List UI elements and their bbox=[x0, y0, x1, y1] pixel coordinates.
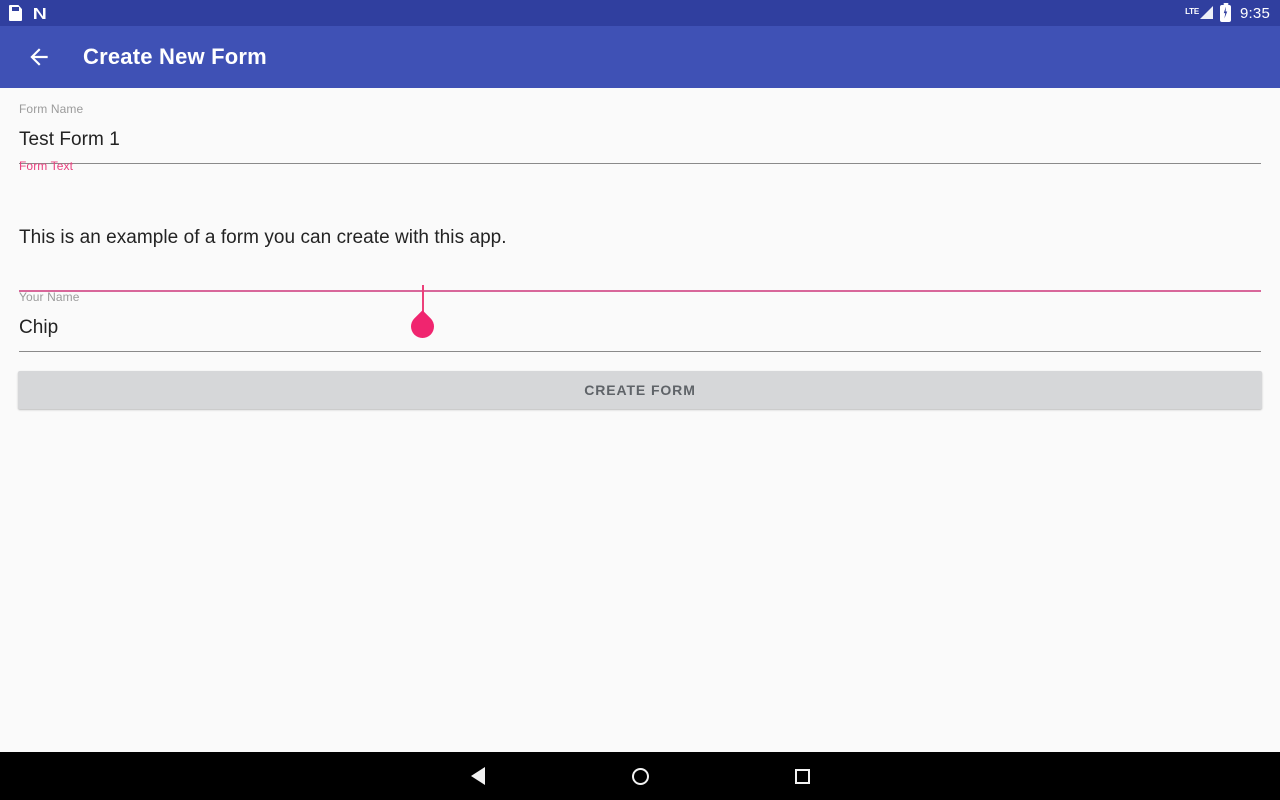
nav-back-button[interactable] bbox=[397, 752, 559, 800]
form-content: Form Name Test Form 1 Form Text This is … bbox=[0, 88, 1280, 752]
nav-recents-button[interactable] bbox=[721, 752, 883, 800]
nfc-icon bbox=[31, 5, 47, 21]
status-bar-clock: 9:35 bbox=[1240, 4, 1270, 22]
your-name-field-group: Your Name Chip bbox=[19, 290, 1261, 352]
battery-charging-icon bbox=[1220, 4, 1231, 22]
signal-bars-icon bbox=[1200, 5, 1213, 19]
form-name-label: Form Name bbox=[19, 102, 84, 116]
app-bar: Create New Form bbox=[0, 26, 1280, 88]
page-title: Create New Form bbox=[83, 44, 267, 69]
recents-square-icon bbox=[794, 768, 810, 784]
sd-card-icon bbox=[9, 5, 22, 21]
your-name-input[interactable]: Chip bbox=[19, 316, 1261, 340]
status-bar-right-icons: LTE 9:35 bbox=[1185, 4, 1270, 22]
status-bar: LTE 9:35 bbox=[0, 0, 1280, 26]
your-name-underline bbox=[19, 351, 1261, 352]
nav-home-button[interactable] bbox=[559, 752, 721, 800]
form-name-field-group: Form Name Test Form 1 bbox=[19, 102, 1261, 164]
create-form-button[interactable]: CREATE FORM bbox=[18, 371, 1262, 409]
form-text-label: Form Text bbox=[19, 159, 74, 173]
status-bar-left-icons bbox=[9, 5, 47, 21]
form-name-input[interactable]: Test Form 1 bbox=[19, 128, 1261, 152]
home-circle-icon bbox=[631, 767, 649, 785]
android-screen: LTE 9:35 Create New Form Form Name Test … bbox=[0, 0, 1280, 800]
your-name-label: Your Name bbox=[19, 290, 80, 304]
android-navigation-bar bbox=[0, 752, 1280, 800]
form-text-input[interactable]: This is an example of a form you can cre… bbox=[19, 226, 1261, 250]
form-text-field-group: Form Text This is an example of a form y… bbox=[19, 159, 1261, 343]
back-arrow-icon[interactable] bbox=[22, 40, 56, 74]
signal-icon: LTE bbox=[1185, 5, 1213, 21]
battery-bolt-icon bbox=[1223, 6, 1228, 19]
lte-label: LTE bbox=[1185, 6, 1199, 16]
back-triangle-icon bbox=[471, 767, 485, 785]
